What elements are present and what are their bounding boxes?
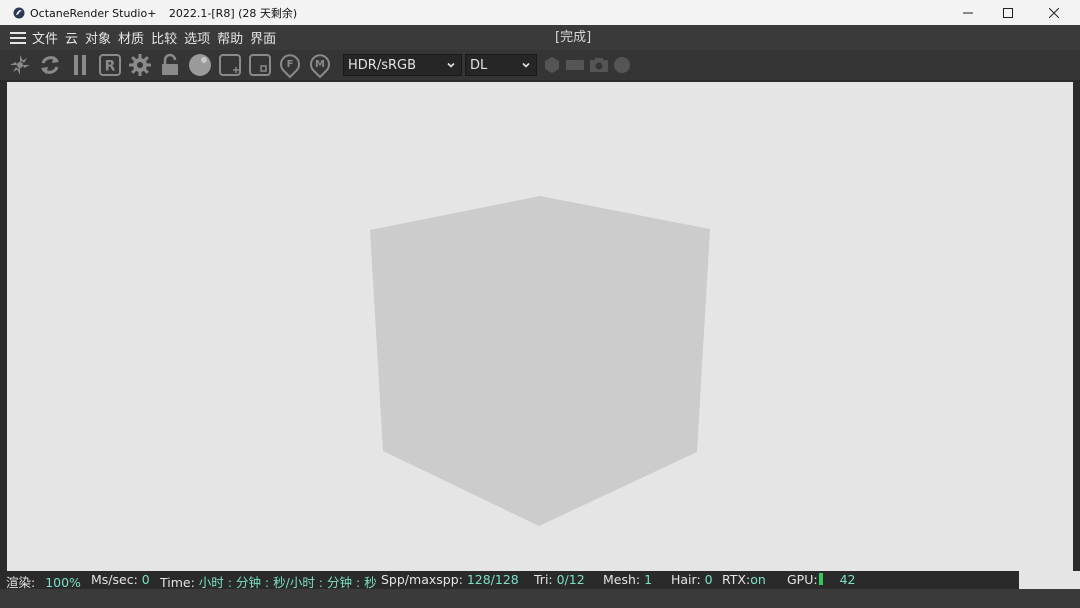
lock-button[interactable] xyxy=(157,52,183,78)
render-label: 渲染: xyxy=(6,575,36,590)
ms-value: 0 xyxy=(141,572,150,587)
meshes: Mesh: 1 xyxy=(603,572,652,587)
rtx-status: RTX:on xyxy=(722,572,766,587)
render-viewport[interactable] xyxy=(7,82,1073,572)
sphere-icon[interactable] xyxy=(612,55,632,75)
minimize-icon xyxy=(963,12,973,13)
add-region-icon xyxy=(219,54,241,76)
region-render-button[interactable]: R xyxy=(97,52,123,78)
settings-gear-icon xyxy=(129,54,151,76)
close-icon xyxy=(1049,7,1059,18)
gpu-label: GPU: xyxy=(787,572,818,587)
region-render-icon: R xyxy=(99,54,121,76)
film-region-button[interactable] xyxy=(247,52,273,78)
menu-object[interactable]: 对象 xyxy=(85,28,117,47)
gpu-value: 42 xyxy=(839,572,856,587)
region-label: R xyxy=(105,59,116,75)
maximize-icon xyxy=(1003,7,1013,18)
material-ball-icon xyxy=(189,54,211,76)
menu-help[interactable]: 帮助 xyxy=(217,28,249,47)
hair-label: Hair: xyxy=(671,572,701,587)
hair-value: 0 xyxy=(704,572,713,587)
app-logo-icon xyxy=(13,7,25,18)
ms-sec: Ms/sec: 0 xyxy=(91,572,150,587)
mesh-value: 1 xyxy=(644,572,653,587)
rendered-cube xyxy=(370,196,710,526)
focus-pick-button[interactable]: F xyxy=(277,52,303,78)
time-value: 小时 : 分钟 : 秒/小时 : 分钟 : 秒 xyxy=(198,575,377,590)
window-bottom-edge xyxy=(0,589,1080,608)
camera-icon[interactable] xyxy=(588,55,610,75)
menu-options[interactable]: 选项 xyxy=(184,28,216,47)
chevron-down-icon xyxy=(522,62,530,68)
rtx-value: on xyxy=(750,572,766,587)
kernel-select[interactable]: DL xyxy=(465,54,537,76)
lock-icon xyxy=(162,53,178,75)
minimize-button[interactable] xyxy=(948,0,988,25)
restart-render-button[interactable] xyxy=(37,52,63,78)
kernel-value: DL xyxy=(470,57,488,73)
render-toolbar: R F M HDR/sRGB DL xyxy=(0,50,1080,81)
rtx-label: RTX: xyxy=(722,572,751,587)
hair: Hair: 0 xyxy=(671,572,713,587)
material-pick-icon: M xyxy=(310,54,330,78)
render-statusbar: 渲染: 100% Ms/sec: 0 Time: 小时 : 分钟 : 秒/小时 … xyxy=(0,571,1019,590)
tri-value: 0/12 xyxy=(556,572,585,587)
window-title: OctaneRender Studio+ 2022.1-[R8] (28 天剩余… xyxy=(30,5,297,21)
pause-button[interactable] xyxy=(67,52,93,78)
focus-pick-icon: F xyxy=(280,54,300,78)
hamburger-menu-icon[interactable] xyxy=(10,31,26,45)
render-value: 100% xyxy=(45,575,81,590)
settings-gear-button[interactable] xyxy=(127,52,153,78)
focus-label: F xyxy=(287,59,294,70)
restart-render-icon xyxy=(41,56,59,74)
triangles: Tri: 0/12 xyxy=(534,572,585,587)
mesh-label: Mesh: xyxy=(603,572,641,587)
render-status-text: [完成] xyxy=(555,30,592,45)
maximize-button[interactable] xyxy=(988,0,1028,25)
material-ball-button[interactable] xyxy=(187,52,213,78)
send-scene-button[interactable] xyxy=(7,52,33,78)
menu-file[interactable]: 文件 xyxy=(32,28,64,47)
cube-icon[interactable] xyxy=(542,55,562,75)
menu-material[interactable]: 材质 xyxy=(118,28,150,47)
spp-value: 128/128 xyxy=(466,572,519,587)
window-titlebar: OctaneRender Studio+ 2022.1-[R8] (28 天剩余… xyxy=(0,0,1080,25)
menubar: 文件 云 对象 材质 比较 选项 帮助 界面 [完成] xyxy=(0,25,1080,50)
gpu-status: GPU: 42 xyxy=(787,572,855,587)
color-space-select[interactable]: HDR/sRGB xyxy=(343,54,462,76)
tri-label: Tri: xyxy=(534,572,553,587)
time-label: Time: xyxy=(160,575,195,590)
spp-label: Spp/maxspp: xyxy=(381,572,463,587)
disabled-tools xyxy=(542,55,632,75)
material-label: M xyxy=(315,59,325,70)
viewport-icon[interactable] xyxy=(564,55,586,75)
window-controls xyxy=(948,0,1080,25)
chevron-down-icon xyxy=(447,62,455,68)
app-name: OctaneRender Studio+ xyxy=(30,6,157,20)
samples: Spp/maxspp: 128/128 xyxy=(381,572,519,587)
menu-compare[interactable]: 比较 xyxy=(151,28,183,47)
close-button[interactable] xyxy=(1028,0,1080,25)
send-scene-icon xyxy=(10,55,30,75)
viewport-corner xyxy=(1019,571,1080,589)
add-region-button[interactable] xyxy=(217,52,243,78)
film-region-icon xyxy=(249,54,271,76)
color-space-value: HDR/sRGB xyxy=(348,57,416,73)
ms-label: Ms/sec: xyxy=(91,572,138,587)
material-pick-button[interactable]: M xyxy=(307,52,333,78)
menu-cloud[interactable]: 云 xyxy=(65,28,84,47)
pause-icon xyxy=(74,55,86,75)
menu-interface[interactable]: 界面 xyxy=(250,28,282,47)
version-text: 2022.1-[R8] (28 天剩余) xyxy=(168,6,298,20)
gpu-usage-bar xyxy=(818,573,823,585)
